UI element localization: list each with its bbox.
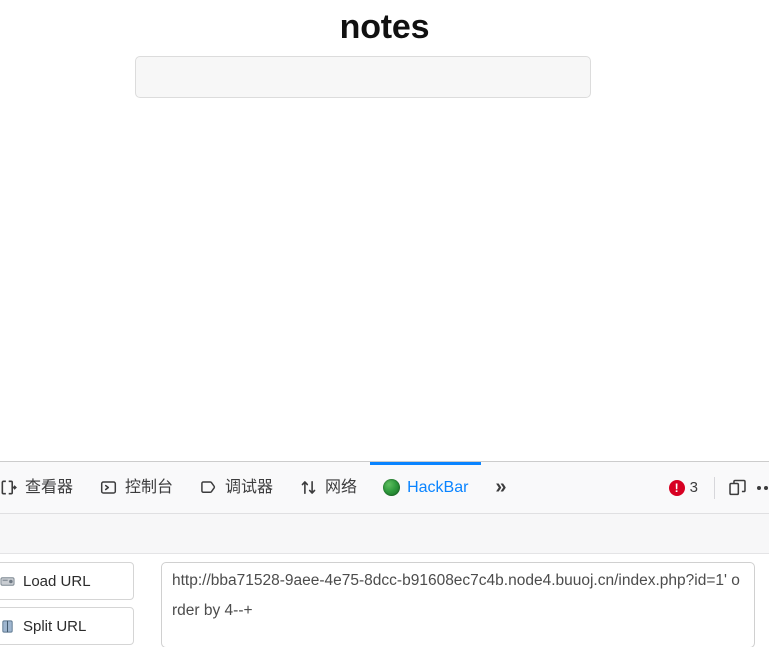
console-icon	[99, 478, 118, 497]
tab-hackbar-label: HackBar	[407, 478, 469, 496]
tabs-overflow-chevron-icon[interactable]: »	[481, 462, 517, 513]
tab-inspector-label: 查看器	[25, 478, 74, 496]
hackbar-url-wrapper: http://bba71528-9aee-4e75-8dcc-b91608ec7…	[134, 562, 769, 647]
error-count-button[interactable]: ! 3	[659, 479, 708, 496]
tab-debugger-label: 调试器	[225, 478, 274, 496]
load-url-icon	[0, 573, 15, 589]
tab-network[interactable]: 网络	[286, 462, 370, 513]
split-url-icon	[0, 618, 15, 634]
error-count-label: 3	[689, 479, 698, 496]
hackbar-toolbar	[0, 514, 769, 554]
devtools-toolbar-right: ! 3	[659, 462, 769, 513]
split-url-label: Split URL	[23, 617, 87, 635]
meatball-menu-icon[interactable]	[753, 472, 769, 504]
inspector-icon	[0, 478, 18, 497]
responsive-design-mode-icon[interactable]	[721, 472, 753, 504]
hackbar-panel: Load URL Split URL http://bba71528-9aee-…	[0, 554, 769, 647]
error-badge-icon: !	[668, 479, 685, 496]
debugger-icon	[199, 478, 218, 497]
devtools-tab-list: 查看器 控制台 调试器 网络 HackBar	[0, 462, 482, 513]
tab-network-label: 网络	[325, 478, 358, 496]
browser-window: notes 查看器 控制台 调试器 网络 HackBar » ! 3 Load …	[0, 0, 769, 648]
tabbar-spacer	[518, 462, 659, 513]
devtools-panel: 查看器 控制台 调试器 网络 HackBar » ! 3 Load URL Sp…	[0, 461, 769, 648]
tab-hackbar[interactable]: HackBar	[370, 462, 482, 513]
page-content-area: notes	[0, 0, 769, 461]
devtools-tabbar: 查看器 控制台 调试器 网络 HackBar » ! 3	[0, 462, 769, 514]
tab-console[interactable]: 控制台	[86, 462, 186, 513]
url-input[interactable]: http://bba71528-9aee-4e75-8dcc-b91608ec7…	[161, 562, 755, 647]
split-url-button[interactable]: Split URL	[0, 607, 134, 645]
tab-inspector[interactable]: 查看器	[0, 462, 86, 513]
load-url-button[interactable]: Load URL	[0, 562, 134, 600]
toolbar-separator	[714, 476, 715, 499]
load-url-label: Load URL	[23, 572, 91, 590]
tab-debugger[interactable]: 调试器	[186, 462, 286, 513]
hackbar-icon	[383, 479, 401, 496]
tab-console-label: 控制台	[125, 478, 174, 496]
note-input[interactable]	[135, 56, 591, 98]
hackbar-action-buttons: Load URL Split URL	[0, 562, 134, 647]
network-icon	[299, 478, 318, 497]
page-title: notes	[339, 8, 430, 46]
